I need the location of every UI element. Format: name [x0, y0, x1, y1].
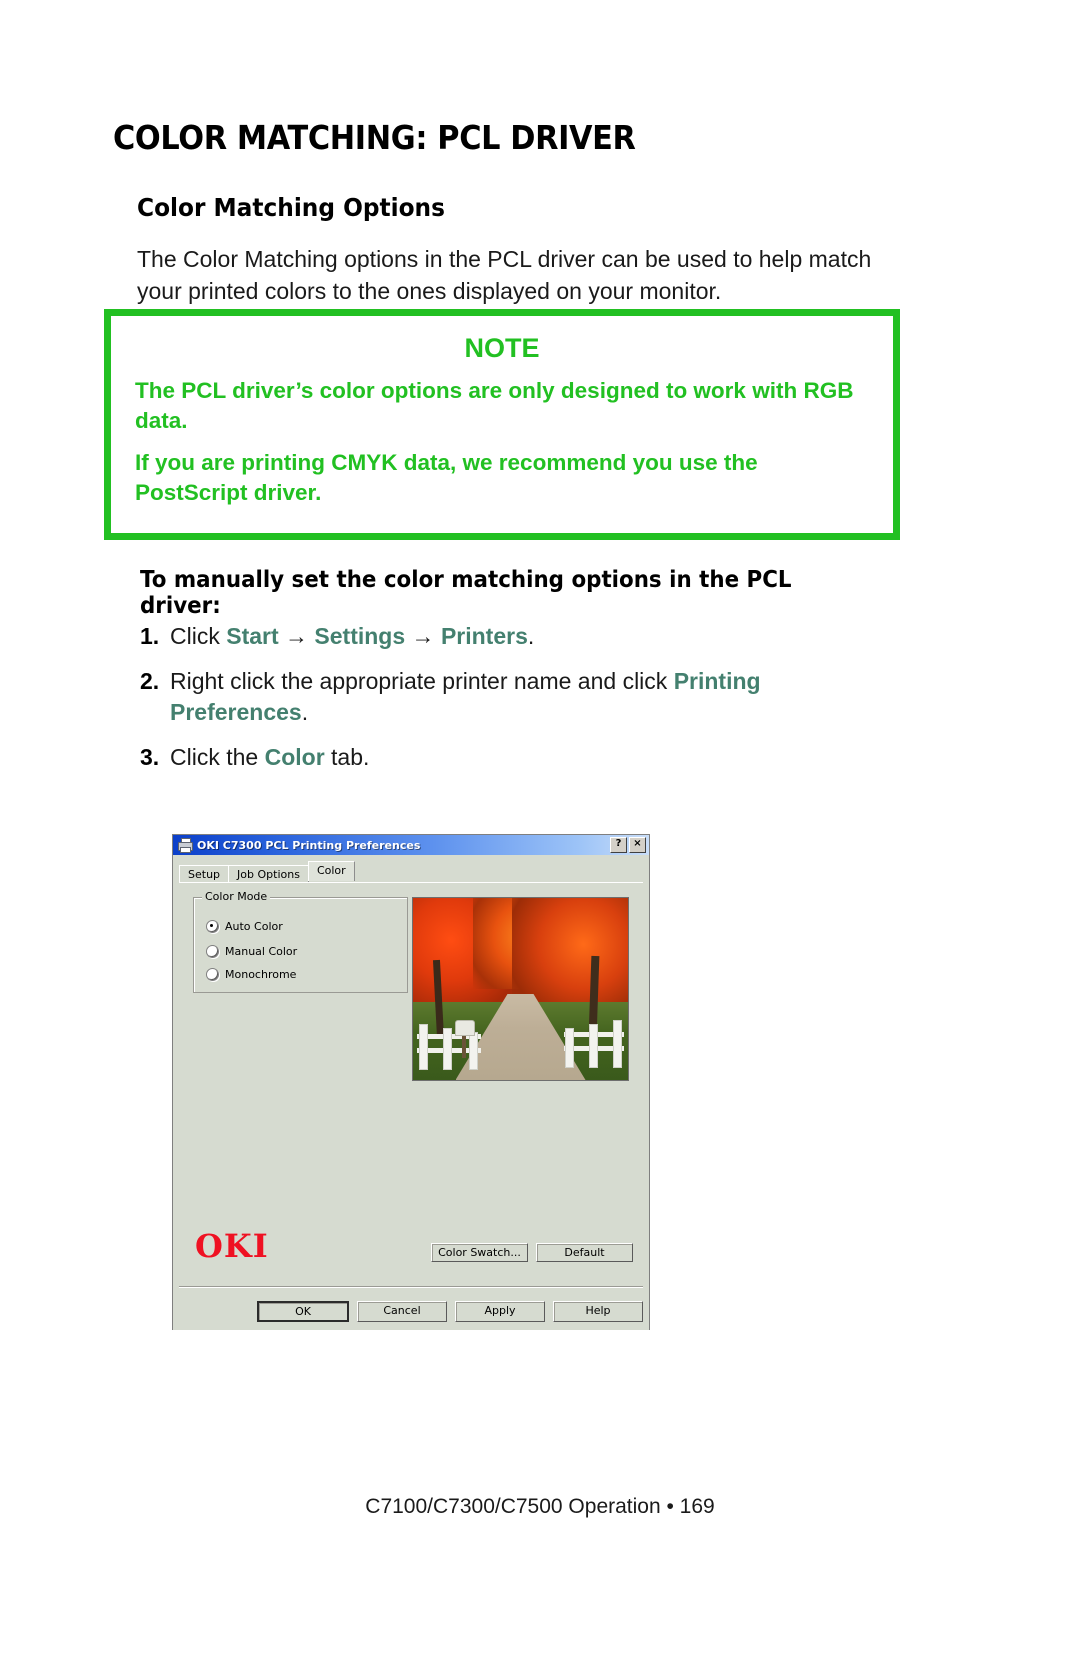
dialog-tabs: Setup Job Options Color [179, 861, 355, 883]
page-title: COLOR MATCHING: PCL DRIVER [113, 118, 636, 158]
radio-monochrome[interactable]: Monochrome [206, 968, 296, 981]
tab-job-options[interactable]: Job Options [228, 865, 309, 883]
dialog-divider [179, 1286, 643, 1288]
radio-indicator[interactable] [206, 920, 219, 933]
ui-term: Start [226, 623, 279, 649]
tab-color[interactable]: Color [307, 861, 355, 881]
radio-indicator[interactable] [206, 945, 219, 958]
help-caption-button[interactable]: ? [610, 837, 627, 853]
color-swatch-button[interactable]: Color Swatch... [431, 1243, 528, 1262]
instruction-step: 1. Click Start → Settings → Printers. [140, 621, 900, 652]
note-paragraph-2: If you are printing CMYK data, we recomm… [135, 450, 758, 505]
step-text-fragment: → [278, 623, 315, 649]
color-tab-panel: Color Mode Auto Color Manual Color Monochr… [179, 882, 643, 1272]
dialog-footer-buttons: OK Cancel Apply Help [179, 1301, 643, 1322]
step-text: Right click the appropriate printer name… [170, 666, 900, 728]
step-text: Click the Color tab. [170, 742, 900, 773]
instruction-step: 2. Right click the appropriate printer na… [140, 666, 900, 728]
document-page: COLOR MATCHING: PCL DRIVER Color Matchin… [0, 0, 1080, 1669]
note-paragraph-1: The PCL driver’s color options are only … [135, 378, 854, 433]
step-text-fragment: tab. [324, 744, 370, 770]
default-button[interactable]: Default [536, 1243, 633, 1262]
color-mode-label: Color Mode [202, 890, 271, 903]
dialog-title: OKI C7300 PCL Printing Preferences [197, 838, 421, 852]
radio-label: Auto Color [225, 920, 283, 933]
ui-term: Color [264, 744, 325, 770]
step-text-fragment: . [301, 699, 309, 725]
dialog-action-buttons: Color Swatch... Default [431, 1243, 633, 1262]
section-heading: Color Matching Options [137, 192, 445, 222]
step-text-fragment: Click the [170, 744, 265, 770]
step-number: 2. [140, 668, 160, 694]
note-callout: NOTE The PCL driver’s color options are … [104, 309, 900, 540]
instruction-step: 3. Click the Color tab. [140, 742, 900, 773]
instructions-heading: To manually set the color matching optio… [140, 567, 792, 619]
radio-label: Manual Color [225, 945, 298, 958]
caption-buttons: ? × [610, 837, 646, 853]
note-title: NOTE [464, 333, 540, 363]
page-footer: C7100/C7300/C7500 Operation • 169 [365, 1495, 715, 1518]
color-preview-image [412, 897, 629, 1081]
step-text-fragment: Right click the appropriate printer name… [170, 668, 674, 694]
step-text-fragment: . [527, 623, 535, 649]
step-text: Click Start → Settings → Printers. [170, 621, 900, 652]
ui-term: Printers [440, 623, 528, 649]
help-button[interactable]: Help [553, 1301, 643, 1322]
cancel-button[interactable]: Cancel [357, 1301, 447, 1322]
dialog-body: Setup Job Options Color Color Mode Auto Co… [173, 855, 649, 1330]
intro-paragraph: The Color Matching options in the PCL dr… [137, 246, 872, 304]
radio-label: Monochrome [225, 968, 297, 981]
step-number: 3. [140, 744, 160, 770]
printing-preferences-dialog: OKI C7300 PCL Printing Preferences ? × S… [172, 834, 650, 1330]
ui-term: Settings [314, 623, 406, 649]
radio-auto-color[interactable]: Auto Color [206, 920, 283, 933]
printer-icon [177, 838, 193, 853]
step-text-fragment: Click [170, 623, 227, 649]
ok-button[interactable]: OK [257, 1301, 349, 1322]
step-text-fragment: → [405, 623, 441, 649]
apply-button[interactable]: Apply [455, 1301, 545, 1322]
tab-setup[interactable]: Setup [179, 865, 230, 883]
oki-logo: OKI [195, 1227, 269, 1265]
radio-indicator[interactable] [206, 968, 219, 981]
close-icon[interactable]: × [629, 837, 646, 853]
step-number: 1. [140, 623, 160, 649]
color-mode-group: Color Mode Auto Color Manual Color Monochr… [193, 890, 408, 993]
radio-manual-color[interactable]: Manual Color [206, 945, 297, 958]
dialog-title-bar: OKI C7300 PCL Printing Preferences ? × [173, 835, 649, 855]
